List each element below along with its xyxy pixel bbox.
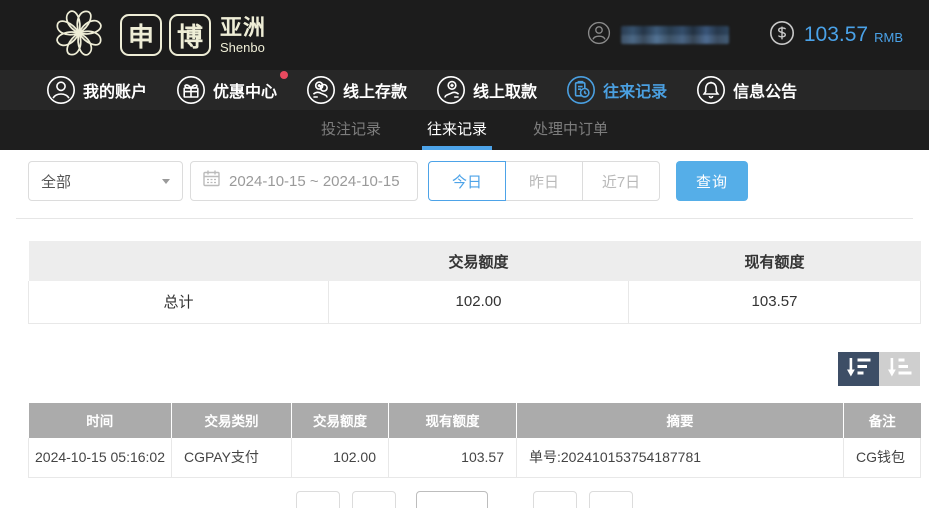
- sort-ascending-button[interactable]: [879, 351, 920, 386]
- flower-logo-icon: [46, 4, 112, 67]
- brand-logo[interactable]: 申 博 亚洲 Shenbo: [46, 4, 266, 67]
- sort-ascending-icon: [887, 357, 913, 381]
- deposit-hand-coin-icon: [306, 75, 336, 105]
- notification-badge-dot: [280, 71, 289, 79]
- type-filter-select[interactable]: 全部: [28, 161, 183, 201]
- record-amount: 102.00: [291, 437, 389, 478]
- records-header-amount: 交易额度: [291, 402, 389, 438]
- logo-char-box-2: 博: [169, 14, 211, 56]
- record-summary: 单号:202410153754187781: [516, 437, 844, 478]
- nav-item-online-withdrawal[interactable]: 线上取款: [436, 75, 537, 105]
- logo-region: 亚洲 Shenbo: [220, 14, 267, 55]
- record-type: CGPAY支付: [171, 437, 292, 478]
- pagination-next-button[interactable]: [533, 491, 577, 508]
- balance-amount: 103.57: [803, 23, 869, 46]
- logo-char-box-1: 申: [120, 14, 162, 56]
- sub-nav: 投注记录 往来记录 处理中订单: [0, 110, 929, 150]
- records-header-time: 时间: [28, 402, 172, 438]
- quick-range-today-button[interactable]: 今日: [428, 161, 506, 201]
- records-header-note: 备注: [843, 402, 921, 438]
- date-range-field[interactable]: 2024-10-15 ~ 2024-10-15: [190, 161, 418, 201]
- balance-currency: RMB: [874, 29, 903, 45]
- sort-controls: [0, 351, 920, 386]
- records-header-summary: 摘要: [516, 402, 844, 438]
- bell-icon: [696, 75, 726, 105]
- caret-down-icon: [162, 178, 170, 184]
- summary-total-label: 总计: [28, 281, 329, 324]
- nav-item-online-deposit[interactable]: 线上存款: [306, 75, 407, 105]
- sort-descending-icon: [846, 357, 872, 381]
- calendar-icon: [202, 169, 221, 193]
- summary-total-trade-amount: 102.00: [328, 281, 629, 324]
- topbar-account-area: 103.57 RMB: [587, 20, 903, 51]
- nav-item-announcements[interactable]: 信息公告: [696, 75, 797, 105]
- logo-region-en: Shenbo: [220, 39, 265, 55]
- withdraw-hand-coin-icon: [436, 75, 466, 105]
- dollar-circle-icon: [769, 20, 795, 51]
- summary-table: 交易额度 现有额度 总计 102.00 103.57: [28, 241, 921, 324]
- records-header-row: 时间 交易类别 交易额度 现有额度 摘要 备注: [28, 402, 921, 438]
- pagination-last-button[interactable]: [589, 491, 633, 508]
- user-circle-icon: [587, 21, 611, 50]
- tab-betting-records[interactable]: 投注记录: [316, 110, 386, 150]
- logo-region-cn: 亚洲: [220, 14, 267, 40]
- user-icon: [46, 75, 76, 105]
- main-nav: 我的账户 优惠中心 线上存款 线上取款 往来记录 信息公告: [0, 70, 929, 110]
- pagination: [0, 491, 929, 508]
- nav-item-promotions[interactable]: 优惠中心: [176, 71, 289, 105]
- records-clipboard-clock-icon: [566, 75, 596, 105]
- record-time: 2024-10-15 05:16:02: [28, 437, 172, 478]
- quick-range-last7days-button[interactable]: 近7日: [582, 161, 660, 201]
- tab-processing-orders[interactable]: 处理中订单: [528, 110, 613, 150]
- records-table: 时间 交易类别 交易额度 现有额度 摘要 备注 2024-10-15 05:16…: [28, 402, 921, 478]
- section-divider: [16, 218, 913, 219]
- nav-label: 往来记录: [603, 84, 668, 101]
- nav-label: 线上存款: [343, 84, 408, 101]
- summary-total-current-balance: 103.57: [628, 281, 921, 324]
- nav-item-transaction-records[interactable]: 往来记录: [566, 75, 667, 105]
- summary-header-empty: [28, 241, 329, 281]
- nav-label: 信息公告: [733, 84, 798, 101]
- nav-label: 线上取款: [473, 84, 538, 101]
- summary-header-trade-amount: 交易额度: [328, 241, 629, 281]
- sort-descending-button[interactable]: [838, 351, 879, 386]
- search-button[interactable]: 查询: [676, 161, 748, 201]
- record-note: CG钱包: [843, 437, 921, 478]
- type-filter-value: 全部: [41, 173, 72, 191]
- nav-label: 我的账户: [83, 84, 148, 101]
- tab-transaction-records[interactable]: 往来记录: [421, 110, 492, 150]
- nav-label: 优惠中心: [213, 84, 278, 101]
- date-range-value: 2024-10-15 ~ 2024-10-15: [229, 172, 400, 190]
- balance-display[interactable]: 103.57 RMB: [769, 20, 903, 51]
- summary-header-row: 交易额度 现有额度: [28, 241, 921, 281]
- username-redacted[interactable]: [620, 26, 729, 44]
- records-header-type: 交易类别: [171, 402, 292, 438]
- pagination-first-button[interactable]: [296, 491, 340, 508]
- records-header-balance: 现有额度: [388, 402, 517, 438]
- gift-icon: [176, 75, 206, 105]
- pagination-prev-button[interactable]: [352, 491, 396, 508]
- summary-header-current-balance: 现有额度: [628, 241, 921, 281]
- nav-item-my-account[interactable]: 我的账户: [46, 75, 147, 105]
- pagination-current-page[interactable]: [416, 491, 488, 508]
- record-balance: 103.57: [388, 437, 517, 478]
- summary-total-row: 总计 102.00 103.57: [28, 281, 921, 324]
- quick-range-yesterday-button[interactable]: 昨日: [505, 161, 583, 201]
- top-bar: 申 博 亚洲 Shenbo 103.57 RMB: [0, 0, 929, 70]
- table-row: 2024-10-15 05:16:02 CGPAY支付 102.00 103.5…: [28, 437, 921, 478]
- filter-row: 全部 2024-10-15 ~ 2024-10-15 今日 昨日 近7日 查询: [28, 161, 929, 201]
- quick-range-button-group: 今日 昨日 近7日: [428, 161, 660, 201]
